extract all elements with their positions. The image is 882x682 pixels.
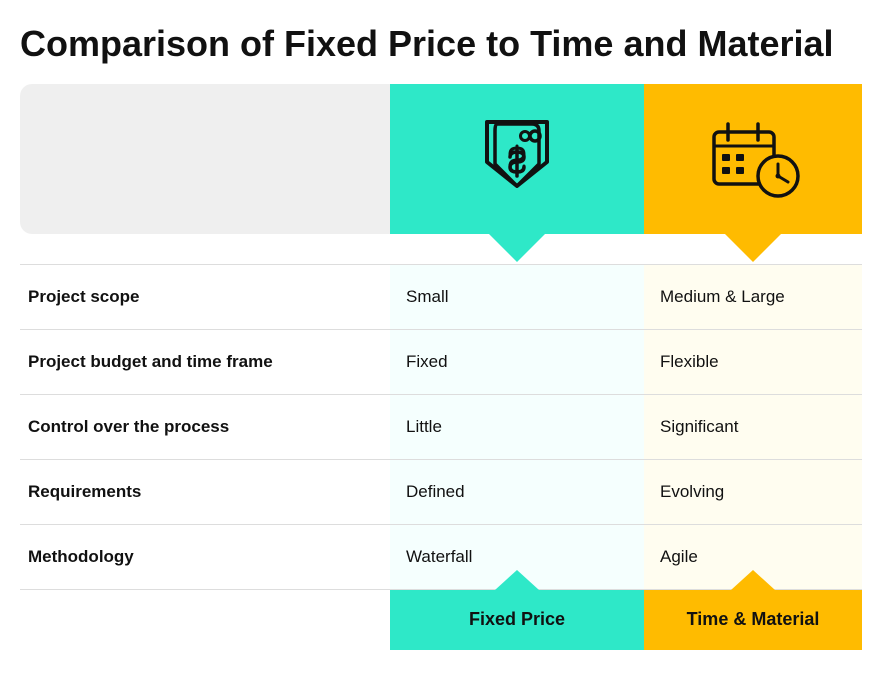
table-row: Project scope Small Medium & Large [20, 264, 862, 330]
footer-label-col [20, 590, 390, 650]
row-fp-scope: Small [390, 265, 644, 329]
table-row: Control over the process Little Signific… [20, 395, 862, 460]
row-label-methodology: Methodology [20, 525, 390, 589]
footer-fp-label: Fixed Price [469, 609, 565, 630]
table-row: Project budget and time frame Fixed Flex… [20, 330, 862, 395]
calendar-clock-icon [706, 114, 801, 204]
header-row [20, 84, 862, 234]
footer-fp-col: Fixed Price [390, 590, 644, 650]
table-row: Requirements Defined Evolving [20, 460, 862, 525]
footer-tm-label: Time & Material [687, 609, 820, 630]
row-label-control: Control over the process [20, 395, 390, 459]
row-fp-requirements: Defined [390, 460, 644, 524]
row-label-requirements: Requirements [20, 460, 390, 524]
price-tag-svg [477, 114, 557, 204]
header-tm-col [644, 84, 862, 234]
header-label-col [20, 84, 390, 234]
page-title: Comparison of Fixed Price to Time and Ma… [20, 24, 862, 64]
row-tm-scope: Medium & Large [644, 265, 862, 329]
comparison-table: Project scope Small Medium & Large Proje… [20, 84, 862, 650]
page-wrapper: Comparison of Fixed Price to Time and Ma… [0, 0, 882, 682]
row-tm-control: Significant [644, 395, 862, 459]
footer-tm-col: Time & Material [644, 590, 862, 650]
row-label-scope: Project scope [20, 265, 390, 329]
header-fp-col [390, 84, 644, 234]
footer-row: Fixed Price Time & Material [20, 590, 862, 650]
row-fp-control: Little [390, 395, 644, 459]
row-label-budget: Project budget and time frame [20, 330, 390, 394]
row-tm-requirements: Evolving [644, 460, 862, 524]
row-tm-budget: Flexible [644, 330, 862, 394]
data-rows: Project scope Small Medium & Large Proje… [20, 264, 862, 590]
row-fp-budget: Fixed [390, 330, 644, 394]
